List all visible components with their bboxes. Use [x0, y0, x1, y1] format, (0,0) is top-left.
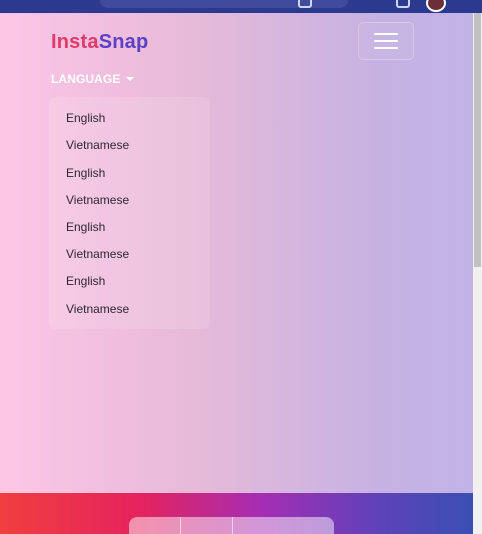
hamburger-icon [374, 33, 398, 35]
language-option-vietnamese[interactable]: Vietnamese [66, 138, 129, 152]
language-option-english[interactable]: English [66, 274, 105, 288]
brand-logo[interactable]: InstaSnap [51, 31, 148, 54]
extension-icon[interactable] [396, 0, 410, 8]
caret-down-icon [126, 77, 135, 81]
language-option-english[interactable]: English [66, 111, 105, 125]
brand-part-2: Snap [98, 31, 149, 53]
page-body: InstaSnap LANGUAGE English Vietnamese En… [0, 13, 473, 493]
language-dropdown-toggle[interactable]: LANGUAGE [51, 72, 135, 86]
brand-part-1: Insta [51, 31, 99, 53]
language-dropdown-menu: English Vietnamese English Vietnamese En… [49, 97, 210, 329]
language-label: LANGUAGE [51, 72, 121, 86]
tab-divider [232, 517, 233, 534]
navbar-toggle-button[interactable] [358, 22, 414, 60]
browser-toolbar [0, 0, 482, 13]
tab-selector[interactable] [129, 517, 334, 534]
hero-band [0, 493, 473, 534]
hamburger-icon-line [374, 47, 398, 49]
profile-avatar[interactable] [426, 0, 446, 12]
language-option-english[interactable]: English [66, 220, 105, 234]
page-scrollbar[interactable] [473, 13, 482, 534]
scrollbar-thumb[interactable] [474, 13, 481, 267]
language-option-vietnamese[interactable]: Vietnamese [66, 302, 129, 316]
tab-divider [180, 517, 181, 534]
language-option-vietnamese[interactable]: Vietnamese [66, 193, 129, 207]
language-option-english[interactable]: English [66, 166, 105, 180]
language-option-vietnamese[interactable]: Vietnamese [66, 247, 129, 261]
hamburger-icon-line [374, 40, 398, 42]
download-icon[interactable] [298, 0, 312, 8]
